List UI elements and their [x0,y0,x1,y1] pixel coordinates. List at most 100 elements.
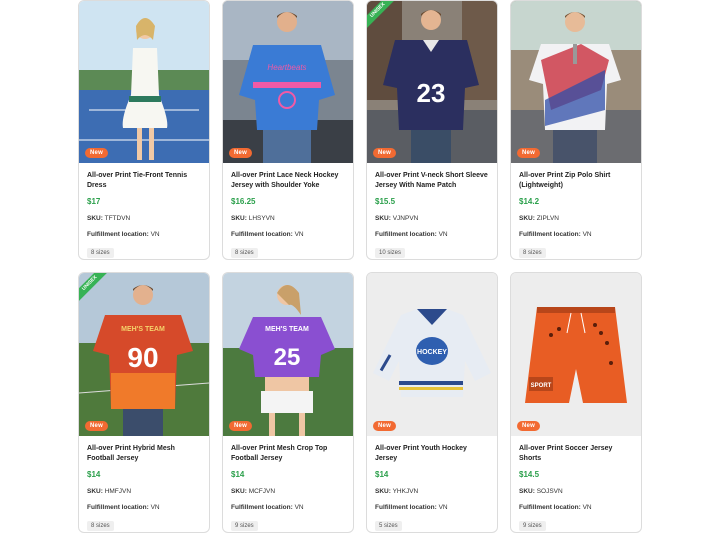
product-sku: SKU: TFTDVN [87,215,201,223]
product-card[interactable]: MEH'S TEAM 90 UNISEX New All-over Print … [78,272,210,533]
fulfillment-value: VN [438,504,448,511]
sizes-badge: 9 sizes [519,521,546,531]
sku-label: SKU: [87,215,103,222]
product-title[interactable]: All-over Print Tie-Front Tennis Dress [87,171,201,191]
jersey-number: 25 [274,344,301,371]
sku-value: HMFJVN [104,488,132,495]
new-badge: New [85,421,108,431]
product-price: $14 [375,470,389,479]
sku-label: SKU: [375,488,391,495]
product-title[interactable]: All-over Print Mesh Crop Top Football Je… [231,444,345,464]
new-badge: New [517,148,540,158]
product-price: $14 [231,470,245,479]
product-image[interactable]: New [511,1,641,163]
product-card[interactable]: SPORT New All-over Print Soccer Jersey S… [510,272,642,533]
product-card[interactable]: MEH'S TEAM 25 New All-over Print Mesh Cr… [222,272,354,533]
product-price: $14 [87,470,101,479]
product-price: $14.2 [519,197,540,206]
jersey-team: MEH'S TEAM [121,326,165,333]
sku-value: VJNPVN [392,215,419,222]
fulfillment-label: Fulfillment location: [87,504,149,511]
fulfillment-value: VN [582,231,592,238]
product-sku: SKU: HMFJVN [87,488,201,496]
product-title[interactable]: All-over Print Soccer Jersey Shorts [519,444,633,464]
jersey-team: MEH'S TEAM [265,326,309,333]
new-badge: New [85,148,108,158]
fulfillment-label: Fulfillment location: [375,231,437,238]
fulfillment-value: VN [294,231,304,238]
sku-value: MCFJVN [248,488,276,495]
jersey-number: 90 [127,342,158,373]
product-title[interactable]: All-over Print Hybrid Mesh Football Jers… [87,444,201,464]
fulfillment-value: VN [294,504,304,511]
sku-value: TFTDVN [104,215,131,222]
product-sku: SKU: YHKJVN [375,488,489,496]
product-sku: SKU: ZIPLVN [519,215,633,223]
jersey-number: 23 [417,78,446,108]
product-fulfillment: Fulfillment location: VN [375,504,489,512]
jersey-text: Heartbeats [267,63,306,72]
product-image[interactable]: SPORT New [511,273,641,436]
fulfillment-label: Fulfillment location: [231,504,293,511]
shorts-text: SPORT [531,383,552,389]
product-fulfillment: Fulfillment location: VN [231,231,345,239]
sku-value: ZIPLVN [536,215,559,222]
product-grid: New All-over Print Tie-Front Tennis Dres… [78,0,642,533]
product-image[interactable]: MEH'S TEAM 25 New [223,273,353,436]
new-badge: New [517,421,540,431]
sku-label: SKU: [231,215,247,222]
new-badge: New [229,148,252,158]
sizes-badge: 9 sizes [231,521,258,531]
product-sku: SKU: SOJSVN [519,488,633,496]
new-badge: New [229,421,252,431]
sku-label: SKU: [519,215,535,222]
product-title[interactable]: All-over Print Youth Hockey Jersey [375,444,489,464]
product-fulfillment: Fulfillment location: VN [87,504,201,512]
fulfillment-label: Fulfillment location: [519,504,581,511]
sizes-badge: 8 sizes [231,248,258,258]
product-image[interactable]: Heartbeats New [223,1,353,163]
product-sku: SKU: VJNPVN [375,215,489,223]
product-sku: SKU: LHSYVN [231,215,345,223]
fulfillment-label: Fulfillment location: [231,231,293,238]
sku-label: SKU: [519,488,535,495]
product-price: $17 [87,197,101,206]
sizes-badge: 8 sizes [87,248,114,258]
sku-label: SKU: [375,215,391,222]
product-image[interactable]: MEH'S TEAM 90 UNISEX New [79,273,209,436]
fulfillment-label: Fulfillment location: [87,231,149,238]
sku-label: SKU: [231,488,247,495]
product-image[interactable]: HOCKEY New [367,273,497,436]
fulfillment-value: VN [150,504,160,511]
product-card[interactable]: Heartbeats New All-over Print Lace Neck … [222,0,354,260]
fulfillment-label: Fulfillment location: [375,504,437,511]
sizes-badge: 10 sizes [375,248,406,258]
sku-value: YHKJVN [392,488,419,495]
sku-label: SKU: [87,488,103,495]
new-badge: New [373,421,396,431]
product-image[interactable]: 23 UNISEX New [367,1,497,163]
product-fulfillment: Fulfillment location: VN [231,504,345,512]
new-badge: New [373,148,396,158]
product-price: $16.25 [231,197,256,206]
product-card[interactable]: New All-over Print Tie-Front Tennis Dres… [78,0,210,260]
sizes-badge: 8 sizes [519,248,546,258]
sku-value: SOJSVN [536,488,563,495]
product-title[interactable]: All-over Print Zip Polo Shirt (Lightweig… [519,171,633,191]
product-fulfillment: Fulfillment location: VN [375,231,489,239]
product-price: $15.5 [375,197,396,206]
product-title[interactable]: All-over Print V-neck Short Sleeve Jerse… [375,171,489,191]
fulfillment-value: VN [150,231,160,238]
product-sku: SKU: MCFJVN [231,488,345,496]
product-card[interactable]: New All-over Print Zip Polo Shirt (Light… [510,0,642,260]
product-card[interactable]: HOCKEY New All-over Print Youth Hockey J… [366,272,498,533]
product-fulfillment: Fulfillment location: VN [519,504,633,512]
product-fulfillment: Fulfillment location: VN [519,231,633,239]
product-card[interactable]: 23 UNISEX New All-over Print V-neck Shor… [366,0,498,260]
sku-value: LHSYVN [248,215,275,222]
fulfillment-label: Fulfillment location: [519,231,581,238]
product-image[interactable]: New [79,1,209,163]
fulfillment-value: VN [438,231,448,238]
product-price: $14.5 [519,470,540,479]
product-title[interactable]: All-over Print Lace Neck Hockey Jersey w… [231,171,345,191]
